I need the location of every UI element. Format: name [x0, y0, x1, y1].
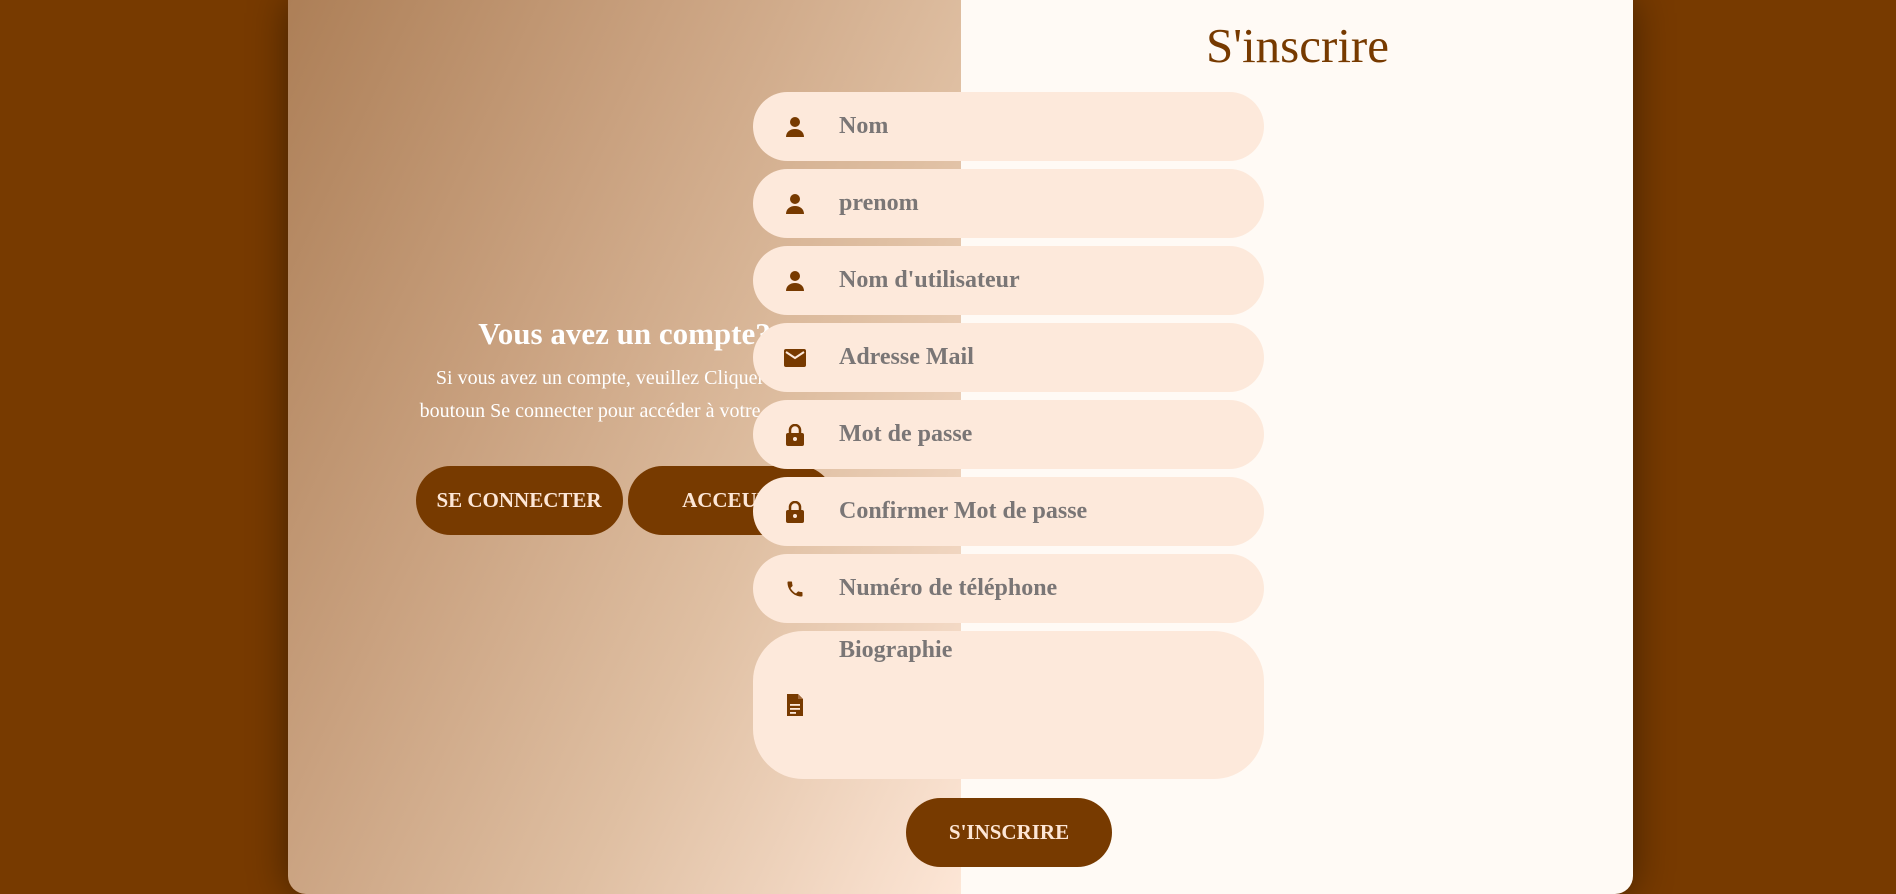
- lock-icon: [784, 423, 806, 446]
- document-icon: [784, 694, 806, 716]
- phone-placeholder: Numéro de téléphone: [839, 575, 1058, 601]
- mail-icon: [784, 347, 806, 369]
- confirm-password-field[interactable]: Confirmer Mot de passe: [753, 477, 1264, 546]
- last-name-field[interactable]: Nom: [753, 92, 1264, 161]
- username-field[interactable]: Nom d'utilisateur: [753, 246, 1264, 315]
- password-field[interactable]: Mot de passe: [753, 400, 1264, 469]
- biography-field[interactable]: Biographie: [753, 631, 1264, 779]
- email-placeholder: Adresse Mail: [839, 344, 974, 370]
- register-title: S'inscrire: [1205, 18, 1389, 73]
- user-icon: [784, 116, 806, 138]
- register-button[interactable]: S'INSCRIRE: [906, 798, 1112, 867]
- password-placeholder: Mot de passe: [839, 421, 973, 447]
- user-icon: [784, 270, 806, 292]
- lock-icon: [784, 500, 806, 523]
- first-name-placeholder: prenom: [839, 190, 919, 216]
- phone-icon: [784, 578, 806, 600]
- user-icon: [784, 193, 806, 215]
- confirm-password-placeholder: Confirmer Mot de passe: [839, 498, 1088, 524]
- username-placeholder: Nom d'utilisateur: [839, 267, 1020, 293]
- email-field[interactable]: Adresse Mail: [753, 323, 1264, 392]
- first-name-field[interactable]: prenom: [753, 169, 1264, 238]
- last-name-placeholder: Nom: [839, 113, 889, 139]
- connect-button[interactable]: SE CONNECTER: [415, 466, 623, 535]
- biography-placeholder: Biographie: [839, 637, 953, 663]
- phone-field[interactable]: Numéro de téléphone: [753, 554, 1264, 623]
